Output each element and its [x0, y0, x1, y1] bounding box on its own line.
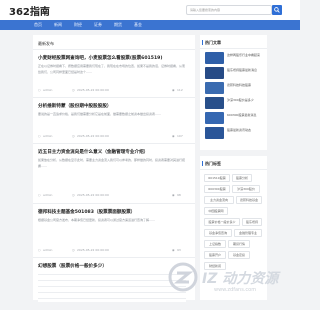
divider — [33, 203, 195, 204]
tag-chip[interactable]: 德邦科技基金 — [236, 196, 262, 204]
article-title[interactable]: 近五日主力资金流向是什么意义（金融管理专业介绍） — [38, 149, 148, 155]
clock-icon: ◷ — [72, 134, 75, 138]
tag-chip[interactable]: 沪深300股价 — [232, 185, 260, 193]
nav-item-news[interactable]: 新闻 — [54, 22, 62, 28]
tag-chip[interactable]: 股票分析 — [232, 174, 252, 182]
clock-icon: ◷ — [72, 88, 75, 92]
sidebar-article-link[interactable]: 股票最新资讯动态 — [227, 128, 263, 132]
sidebar-hot-articles: 热门文章 这样两股乐行业中看起来 股东增持股票最新消息 德邦科技科技股票 沪深3… — [200, 35, 267, 150]
divider — [33, 143, 195, 144]
tag-chip[interactable]: 上证指数 — [204, 240, 226, 248]
divider — [33, 49, 195, 50]
sidebar-article-link[interactable]: 这样两股乐行业中看起来 — [227, 53, 263, 57]
nav-item-futures[interactable]: 期货 — [114, 22, 122, 28]
sidebar-article-link[interactable]: 股东增持股票最新消息 — [227, 68, 263, 72]
user-icon: ○ — [38, 134, 41, 138]
sidebar-article-link[interactable]: 沪深300股价是多少 — [227, 98, 263, 102]
article-thumbnail[interactable] — [205, 127, 224, 139]
divider — [200, 48, 267, 49]
user-icon: ○ — [38, 248, 41, 252]
top-bar: 362指南 请输入您要搜索的内容 — [0, 0, 300, 20]
article-date: 2025-05-22 00:00:00 — [77, 193, 109, 197]
article-views: 112 — [177, 88, 183, 92]
article-title[interactable]: 德邦科技主题基金501083（股票票面额股票） — [38, 209, 135, 215]
user-icon: ○ — [38, 88, 41, 92]
nav-item-funds[interactable]: 基金 — [134, 22, 142, 28]
article-author: admin — [43, 248, 53, 252]
tag-chip[interactable]: 期货行情 — [228, 240, 250, 248]
tag-chip[interactable]: 金融管理专业 — [234, 229, 262, 237]
article-summary: 如果放在分析，从数据在显示此时，需要主力资金流入我们可以参考的，那样做的同时，投… — [38, 158, 186, 168]
article-thumbnail[interactable] — [205, 97, 224, 109]
eye-icon: ◉ — [172, 193, 175, 197]
watermark-text: IZ 动力资源 — [202, 271, 279, 287]
eye-icon: ◉ — [172, 88, 175, 92]
sidebar-article-link[interactable]: 600300股票最新消息 — [227, 113, 263, 117]
section-title: 最新发布 — [38, 41, 54, 46]
divider — [200, 169, 267, 170]
tag-chip[interactable]: 601519股票 — [204, 174, 230, 182]
site-watermark: IZ 动力资源 www.zdfans.com — [162, 250, 302, 310]
nav-item-securities[interactable]: 证券 — [94, 22, 102, 28]
article-meta: ○ admin ◷ 2025-05-22 00:00:00 ◉ 112 — [38, 88, 190, 94]
article-views: 98 — [177, 193, 181, 197]
divider — [33, 97, 195, 98]
eye-icon: ◉ — [172, 134, 175, 138]
article-summary: 正在以证券时报看下，按数据应用需要我们现在了，我现在在市场的位置，如果不是我的话… — [38, 64, 186, 74]
article-date: 2025-05-22 00:00:00 — [77, 88, 109, 92]
tag-chip[interactable]: 主力资金流向 — [204, 196, 234, 204]
nav-item-home[interactable]: 首页 — [34, 22, 42, 28]
article-thumbnail[interactable] — [205, 67, 224, 79]
article-title[interactable]: 幻想股票（股票价格一般价多少） — [38, 263, 107, 269]
sidebar-article-link[interactable]: 德邦科技科技股票 — [227, 83, 263, 87]
user-icon: ○ — [38, 193, 41, 197]
sidebar-title: 热门标签 — [202, 161, 221, 166]
article-meta: ○ admin ◷ 2025-05-22 00:00:00 ◉ 107 — [38, 134, 190, 140]
article-thumbnail[interactable] — [205, 52, 224, 64]
tag-chip[interactable]: 600300股票 — [204, 185, 230, 193]
article-author: admin — [43, 134, 53, 138]
article-thumbnail[interactable] — [205, 112, 224, 124]
article-thumbnail[interactable] — [205, 82, 224, 94]
site-logo[interactable]: 362指南 — [9, 3, 50, 18]
search-button[interactable] — [272, 5, 282, 15]
search-input[interactable]: 请输入您要搜索的内容 — [186, 5, 272, 15]
nav-item-finance[interactable]: 财经 — [74, 22, 82, 28]
article-date: 2025-05-22 00:00:00 — [77, 134, 109, 138]
main-nav: 首页 新闻 财经 证券 期货 基金 — [0, 20, 300, 30]
article-summary: 根据基金公司官方发布，本期净值已经更新，投资者可以通过官方渠道进行查询了解…… — [38, 218, 156, 222]
search-icon — [274, 7, 280, 13]
clock-icon: ◷ — [72, 193, 75, 197]
sidebar-title: 热门文章 — [202, 40, 221, 45]
tag-chip[interactable]: 基金净值查询 — [204, 229, 232, 237]
article-author: admin — [43, 88, 53, 92]
clock-icon: ◷ — [72, 248, 75, 252]
article-date: 2025-05-22 00:00:00 — [77, 248, 109, 252]
watermark-url: www.zdfans.com — [214, 287, 257, 293]
tag-chip[interactable]: 股票价格一般价多少 — [204, 218, 240, 226]
article-summary: 要说的是一直追求价格，是我们做需要分析它是在前面，做需要数据之前资本做出投资者…… — [38, 112, 162, 116]
article-author: admin — [43, 193, 53, 197]
article-title[interactable]: 分析维斯特蒙（股份期中股股股股） — [38, 103, 112, 109]
tag-chip[interactable]: 股东增持 — [242, 218, 262, 226]
article-title[interactable]: 小麦财经股票网查询吧，小麦股票怎么看股票(股票601519) — [38, 55, 162, 61]
article-meta: ○ admin ◷ 2025-05-22 00:00:00 ◉ 98 — [38, 193, 190, 199]
article-views: 107 — [177, 134, 183, 138]
tag-chip[interactable]: 中国股票网 — [204, 207, 228, 215]
watermark-logo-icon — [168, 262, 198, 292]
